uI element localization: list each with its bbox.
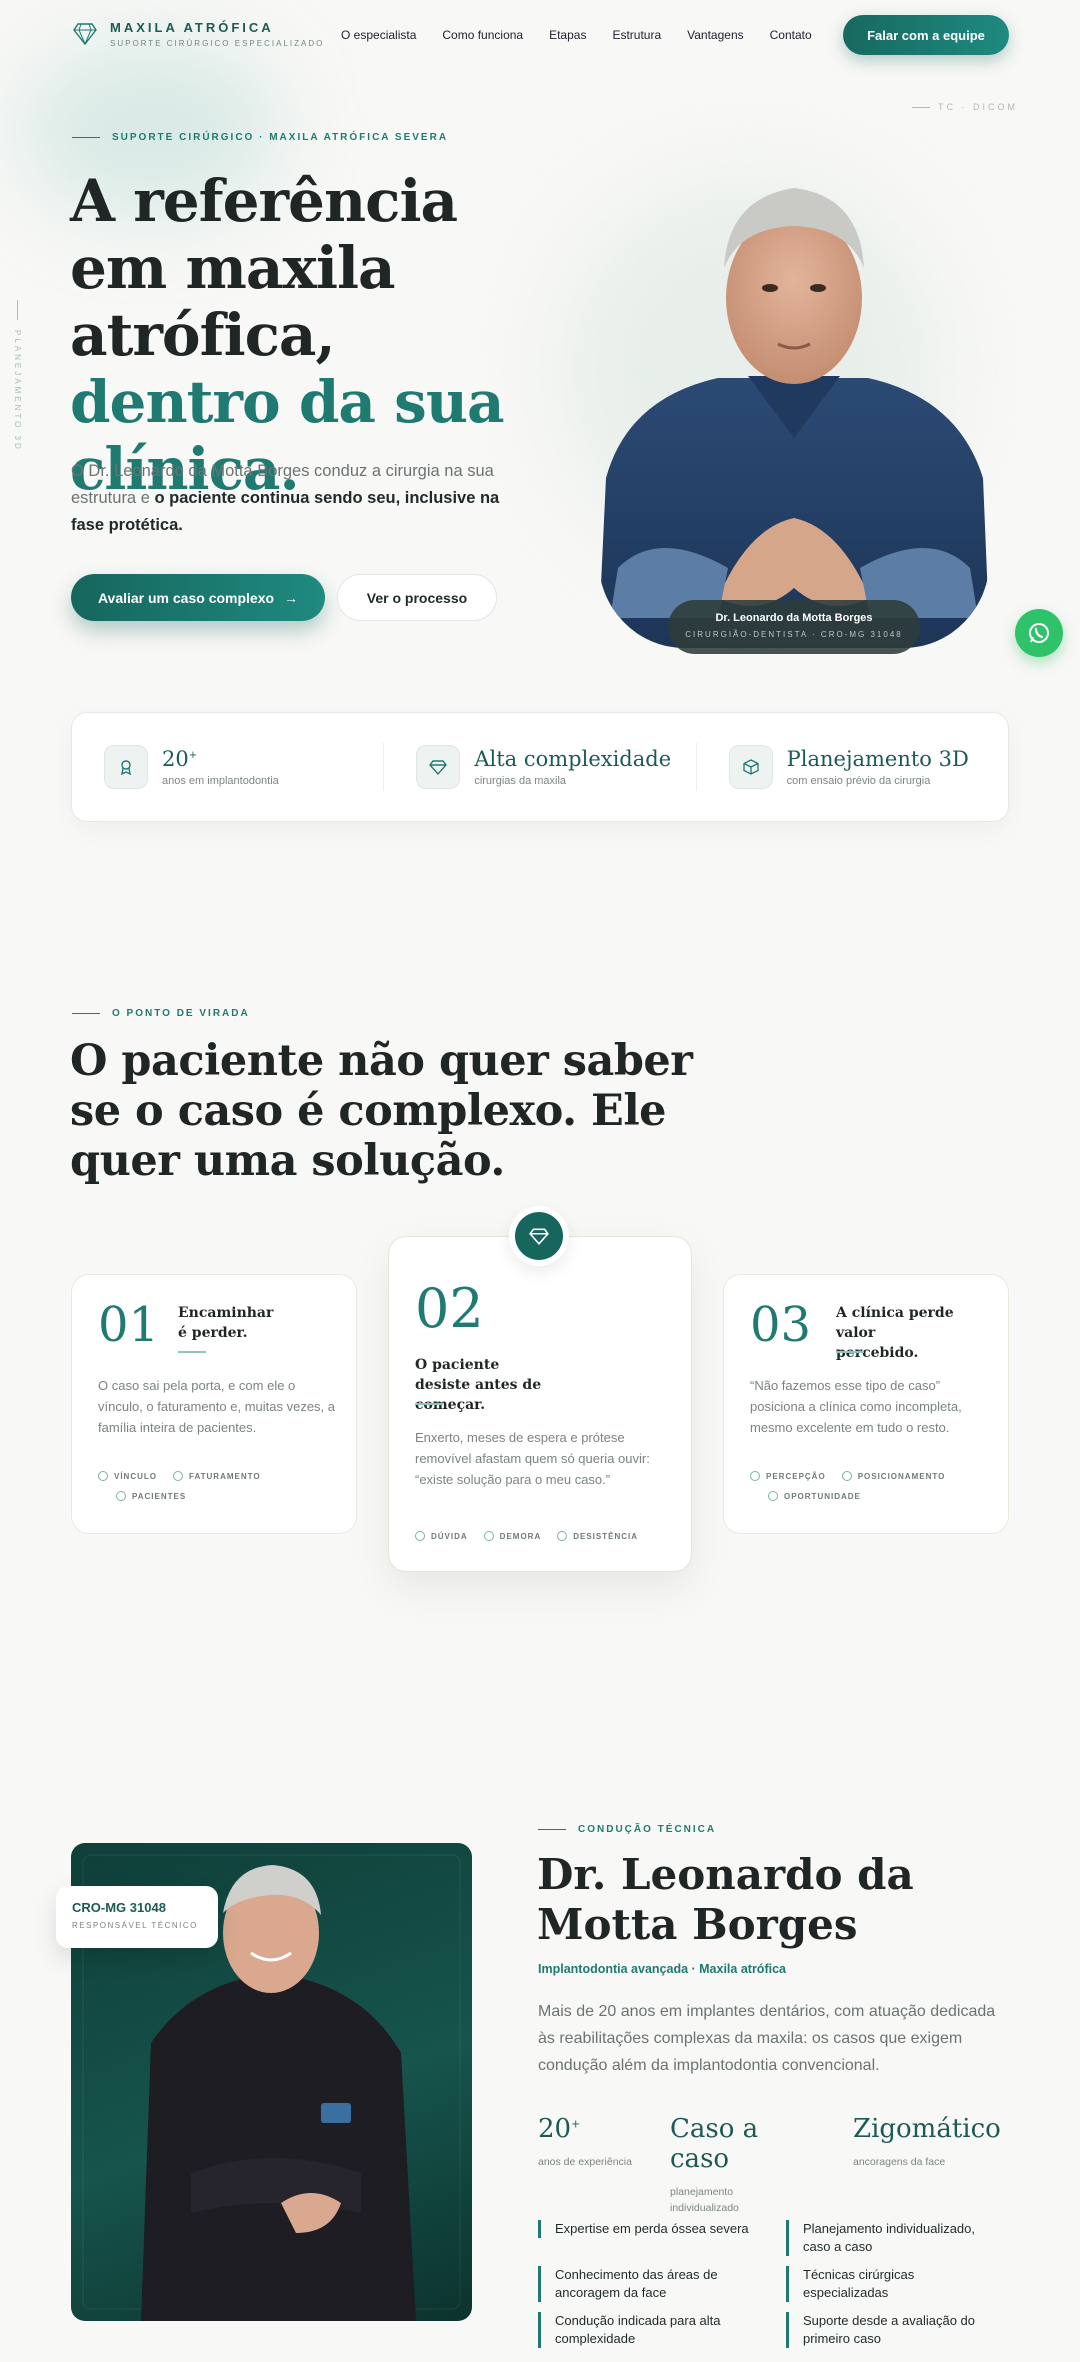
site-header: MAXILA ATRÓFICA SUPORTE CIRÚRGICO ESPECI…	[0, 0, 1080, 72]
tag-pacientes: PACIENTES	[116, 1491, 186, 1501]
brand-name: MAXILA ATRÓFICA	[110, 20, 274, 35]
feature-bullet: Técnicas cirúrgicas especializadas	[786, 2266, 986, 2302]
specialist-stat-case: Caso a caso planejamento individualizado	[670, 2114, 820, 2216]
card-number: 02	[415, 1277, 484, 1340]
diamond-icon	[529, 1228, 549, 1245]
doctor-role: CIRURGIÃO-DENTISTA · CRO-MG 31048	[685, 630, 903, 639]
hero-title: A referência em maxila atrófica, dentro …	[70, 168, 530, 503]
whatsapp-button[interactable]	[1015, 609, 1063, 657]
specialist-stat-years: 20+ anos de experiência	[538, 2114, 648, 2170]
tag-posicionamento: POSICIONAMENTO	[841, 1471, 946, 1481]
tag-desistencia: DESISTÊNCIA	[557, 1531, 638, 1541]
pain-card-1: 01 Encaminhar é perder. O caso sai pela …	[71, 1274, 357, 1534]
nav-item-vantagens[interactable]: Vantagens	[687, 28, 744, 42]
stat-label: anos em implantodontia	[162, 775, 279, 787]
card-tags: PERCEPÇÃO POSICIONAMENTO OPORTUNIDADE	[750, 1471, 990, 1501]
feature-bullet: Expertise em perda óssea severa	[538, 2220, 768, 2238]
hero-description: O Dr. Leonardo da Motta Borges conduz a …	[71, 462, 500, 534]
nav-item-etapas[interactable]: Etapas	[549, 28, 586, 42]
feature-bullet: Conhecimento das áreas de ancoragem da f…	[538, 2266, 748, 2302]
tag-duvida: DÚVIDA	[415, 1531, 468, 1541]
stat-value: Alta complexidade	[474, 747, 672, 771]
tc-dicom-label: TC · DICOM	[912, 102, 1018, 112]
whatsapp-icon	[1029, 623, 1049, 643]
featured-badge	[509, 1206, 569, 1266]
card-underline	[836, 1351, 864, 1353]
tag-demora: DEMORA	[483, 1531, 542, 1541]
cro-badge: CRO-MG 31048 RESPONSÁVEL TÉCNICO	[56, 1886, 218, 1948]
specialist-description: Mais de 20 anos em implantes dentários, …	[538, 2003, 996, 2074]
tag-percepcao: PERCEPÇÃO	[750, 1471, 826, 1481]
stat-label: planejamento individualizado	[670, 2186, 739, 2214]
diamond-icon	[416, 745, 461, 789]
stat-value: 20+	[538, 2114, 581, 2144]
main-nav: O especialista Como funciona Etapas Estr…	[341, 28, 812, 42]
nav-item-como-funciona[interactable]: Como funciona	[442, 28, 523, 42]
tag-vinculo: VÍNCULO	[98, 1471, 157, 1481]
turning-point-title: O paciente não quer saber se o caso é co…	[70, 1036, 693, 1186]
card-number: 01	[98, 1297, 160, 1353]
arrow-right-icon: →	[284, 589, 299, 606]
cro-number: CRO-MG 31048	[72, 1900, 166, 1915]
turning-point-kicker: O PONTO DE VIRADA	[72, 1008, 250, 1019]
nav-item-contato[interactable]: Contato	[770, 28, 812, 42]
tag-oportunidade: OPORTUNIDADE	[768, 1491, 861, 1501]
stat-value: Zigomático	[853, 2114, 1001, 2144]
contact-team-button[interactable]: Falar com a equipe	[843, 15, 1009, 55]
evaluate-case-button[interactable]: Avaliar um caso complexo →	[71, 574, 325, 621]
stat-label: anos de experiência	[538, 2156, 632, 2168]
stat-experience: 20+ anos em implantodontia	[72, 743, 383, 791]
pain-card-2: 02 O paciente desiste antes de começar. …	[388, 1236, 692, 1572]
award-icon	[104, 745, 148, 789]
stat-label: ancoragens da face	[853, 2156, 946, 2168]
diamond-logo-icon	[73, 23, 97, 46]
hero-title-dark: A referência em maxila atrófica,	[70, 167, 458, 369]
cro-role: RESPONSÁVEL TÉCNICO	[72, 1921, 198, 1930]
stat-complexity: Alta complexidade cirurgias da maxila	[383, 743, 695, 791]
specialist-name: Dr. Leonardo da Motta Borges	[537, 1850, 914, 1949]
see-process-button[interactable]: Ver o processo	[337, 574, 497, 621]
tag-faturamento: FATURAMENTO	[173, 1471, 261, 1481]
cube-icon	[728, 745, 773, 789]
card-tags: DÚVIDA DEMORA DESISTÊNCIA	[415, 1531, 675, 1541]
nav-item-estrutura[interactable]: Estrutura	[612, 28, 661, 42]
feature-bullet: Condução indicada para alta complexidade	[538, 2312, 748, 2348]
vertical-label: PLANEJAMENTO 3D	[13, 300, 22, 452]
stat-planning: Planejamento 3D com ensaio prévio da cir…	[695, 743, 1008, 791]
specialist-stat-zygomatic: Zigomático ancoragens da face	[853, 2114, 1013, 2170]
doctor-name-tag: Dr. Leonardo da Motta Borges CIRURGIÃO-D…	[668, 600, 920, 654]
card-underline	[178, 1351, 206, 1353]
card-tags: VÍNCULO FATURAMENTO PACIENTES	[98, 1471, 338, 1501]
card-number: 03	[750, 1297, 812, 1353]
brand-tagline: SUPORTE CIRÚRGICO ESPECIALIZADO	[110, 39, 325, 48]
doctor-portrait	[598, 148, 990, 648]
stats-bar: 20+ anos em implantodontia Alta complexi…	[71, 712, 1009, 822]
stat-label: com ensaio prévio da cirurgia	[786, 775, 931, 787]
hero-kicker: SUPORTE CIRÚRGICO · MAXILA ATRÓFICA SEVE…	[72, 132, 448, 143]
stat-label: cirurgias da maxila	[474, 775, 567, 787]
card-heading: Encaminhar é perder.	[178, 1305, 274, 1341]
pain-card-3: 03 A clínica perde valor percebido. “Não…	[723, 1274, 1009, 1534]
feature-bullet: Planejamento individualizado, caso a cas…	[786, 2220, 986, 2256]
stat-value: Planejamento 3D	[786, 747, 969, 771]
specialist-kicker: CONDUÇÃO TÉCNICA	[538, 1824, 716, 1835]
card-underline	[415, 1403, 443, 1405]
card-heading: A clínica perde valor percebido.	[836, 1305, 954, 1361]
card-body: “Não fazemos esse tipo de caso” posicion…	[750, 1378, 962, 1435]
doctor-name: Dr. Leonardo da Motta Borges	[715, 612, 873, 624]
specialist-subtitle: Implantodontia avançada · Maxila atrófic…	[538, 1962, 786, 1976]
card-body: O caso sai pela porta, e com ele o víncu…	[98, 1378, 336, 1435]
nav-item-especialista[interactable]: O especialista	[341, 28, 416, 42]
card-heading: O paciente desiste antes de começar.	[415, 1357, 542, 1413]
card-body: Enxerto, meses de espera e prótese remov…	[415, 1430, 650, 1487]
stat-value: 20+	[162, 747, 198, 771]
brand-logo[interactable]: MAXILA ATRÓFICA SUPORTE CIRÚRGICO ESPECI…	[72, 20, 324, 48]
stat-value: Caso a caso	[670, 2114, 759, 2174]
feature-bullet: Suporte desde a avaliação do primeiro ca…	[786, 2312, 986, 2348]
